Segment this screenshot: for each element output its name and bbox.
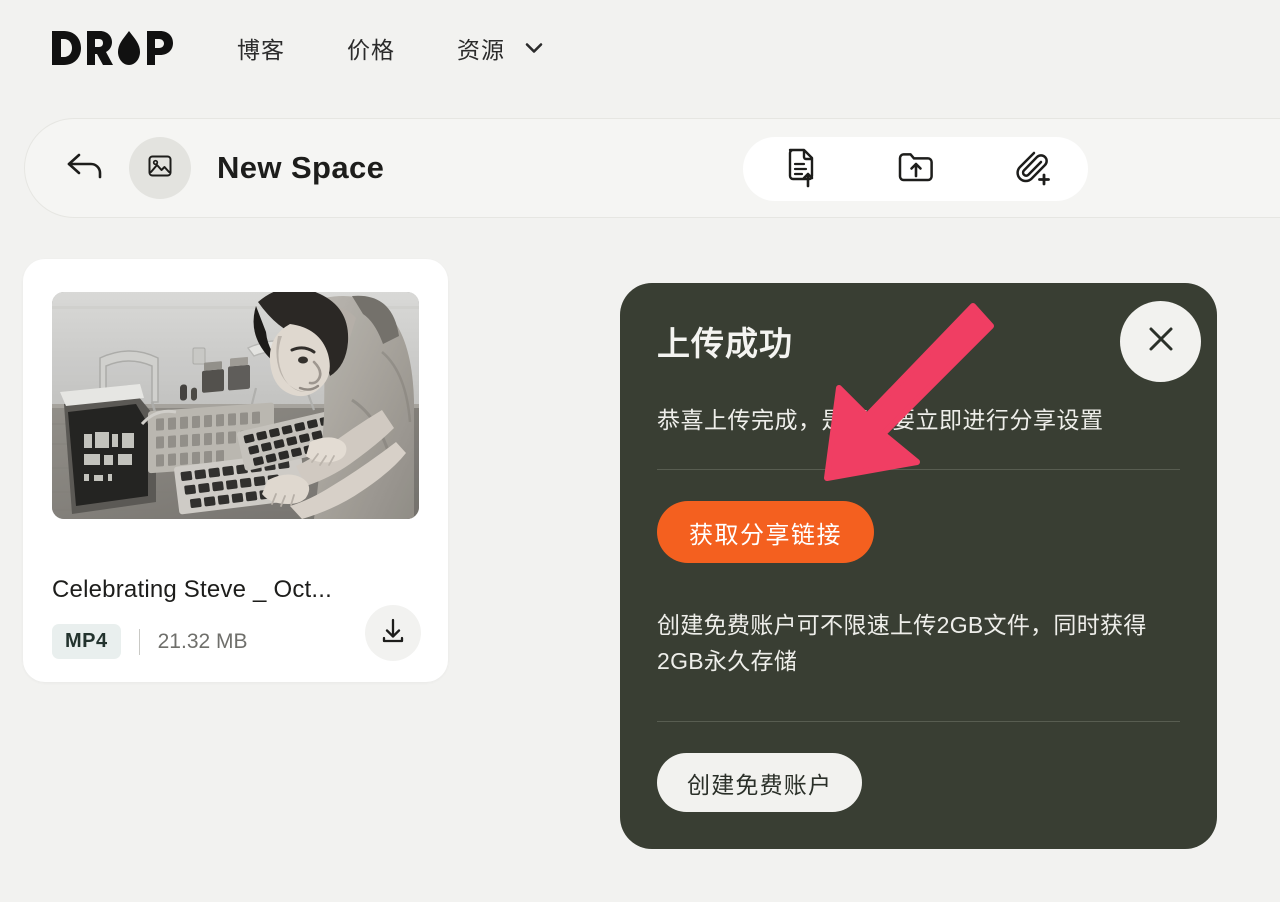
create-free-account-button[interactable]: 创建免费账户 bbox=[657, 753, 863, 812]
dialog-divider-bottom bbox=[657, 721, 1180, 722]
upload-success-dialog: 上传成功 恭喜上传完成，是否需要立即进行分享设置 获取分享链接 创建免费账户可不… bbox=[620, 283, 1217, 849]
dialog-promo-text: 创建免费账户可不限速上传2GB文件，同时获得2GB永久存储 bbox=[657, 612, 1147, 674]
file-upload-icon bbox=[781, 146, 821, 193]
dialog-subtitle: 恭喜上传完成，是否需要立即进行分享设置 bbox=[657, 407, 1104, 433]
upload-folder-button[interactable] bbox=[888, 141, 944, 197]
nav-link-pricing-label: 价格 bbox=[347, 37, 395, 63]
folder-upload-icon bbox=[895, 148, 937, 191]
thumbnail-image bbox=[52, 292, 419, 519]
back-arrow-icon bbox=[65, 149, 105, 188]
link-add-icon bbox=[1010, 147, 1052, 192]
chevron-down-icon bbox=[523, 37, 545, 59]
dialog-title: 上传成功 bbox=[657, 325, 793, 362]
close-icon bbox=[1144, 322, 1178, 361]
space-avatar[interactable] bbox=[129, 137, 191, 199]
nav-link-pricing[interactable]: 价格 bbox=[347, 31, 395, 65]
dialog-close-button[interactable] bbox=[1120, 301, 1201, 382]
nav-link-resources-label: 资源 bbox=[457, 37, 505, 63]
brand-logo[interactable] bbox=[50, 28, 175, 68]
file-meta-row: MP4 21.32 MB bbox=[52, 624, 248, 659]
file-size: 21.32 MB bbox=[157, 629, 248, 653]
back-button[interactable] bbox=[63, 146, 107, 190]
nav-links: 博客 价格 资源 bbox=[237, 31, 545, 65]
nav-link-resources[interactable]: 资源 bbox=[457, 31, 545, 65]
file-card[interactable]: Celebrating Steve _ Oct... MP4 21.32 MB bbox=[23, 259, 448, 682]
drop-logo-icon bbox=[52, 31, 173, 65]
space-toolbar: New Space bbox=[24, 118, 1280, 218]
download-button[interactable] bbox=[365, 605, 421, 661]
nav-link-blog[interactable]: 博客 bbox=[237, 31, 285, 65]
get-share-link-button[interactable]: 获取分享链接 bbox=[657, 501, 874, 563]
dialog-divider-top bbox=[657, 469, 1180, 470]
nav-link-blog-label: 博客 bbox=[237, 37, 285, 63]
download-icon bbox=[378, 616, 408, 651]
file-format-badge: MP4 bbox=[52, 624, 121, 659]
meta-divider bbox=[138, 628, 140, 655]
image-placeholder-icon bbox=[146, 152, 174, 185]
upload-file-button[interactable] bbox=[773, 141, 829, 197]
toolbar-action-group bbox=[743, 137, 1088, 201]
add-link-button[interactable] bbox=[1003, 141, 1059, 197]
file-name: Celebrating Steve _ Oct... bbox=[52, 576, 333, 603]
file-thumbnail bbox=[52, 292, 419, 519]
page-title: New Space bbox=[217, 150, 385, 185]
top-navigation-bar: 博客 价格 资源 bbox=[0, 0, 1280, 96]
